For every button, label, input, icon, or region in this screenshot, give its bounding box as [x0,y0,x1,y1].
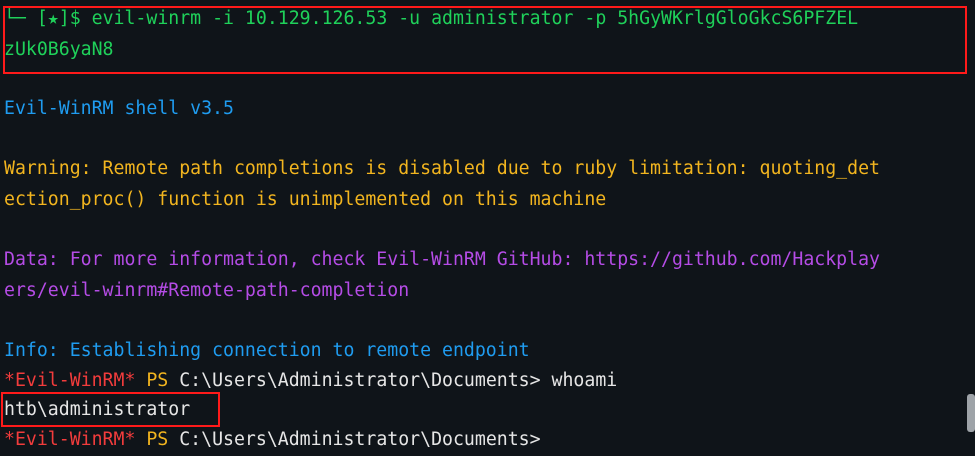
ps-command: whoami [551,370,618,391]
result-highlight-box [1,392,220,427]
ps-path-2: C:\Users\Administrator\Documents> [179,429,552,450]
ps-path: C:\Users\Administrator\Documents> [179,370,552,391]
ps-prompt-name: *Evil-WinRM* [4,370,136,391]
data-line1: Data: For more information, check Evil-W… [4,249,880,270]
ps-prompt-name-2: *Evil-WinRM* [4,429,136,450]
command-highlight-box [3,6,967,74]
warning-line2: ection_proc() function is unimplemented … [4,189,607,210]
ps-prompt-line-2[interactable]: *Evil-WinRM* PS C:\Users\Administrator\D… [4,425,552,455]
info-line: Info: Establishing connection to remote … [4,340,530,361]
ps-label: PS [135,370,180,391]
terminal-window[interactable]: └─ [★]$ evil-winrm -i 10.129.126.53 -u a… [0,0,975,456]
scrollbar-thumb[interactable] [967,394,975,432]
data-line2: ers/evil-winrm#Remote-path-completion [4,280,410,301]
warning-line1: Warning: Remote path completions is disa… [4,158,880,179]
shell-version-line: Evil-WinRM shell v3.5 [4,98,234,119]
ps-label-2: PS [135,429,180,450]
